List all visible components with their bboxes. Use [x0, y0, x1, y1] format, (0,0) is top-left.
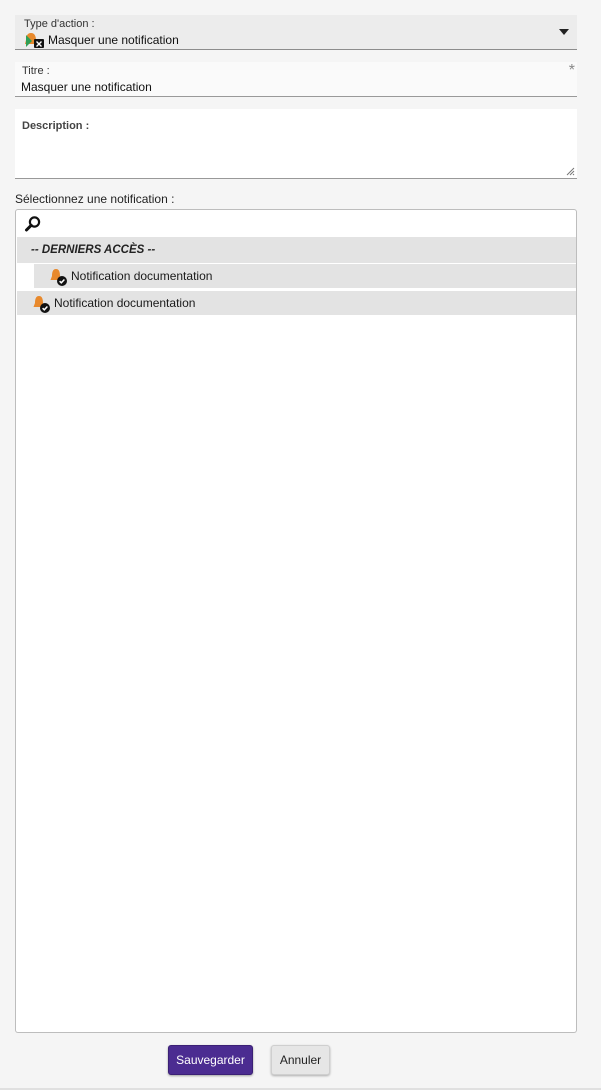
list-item-label: Notification documentation: [54, 296, 196, 310]
list-item[interactable]: Notification documentation: [34, 264, 576, 288]
save-button[interactable]: Sauvegarder: [168, 1045, 253, 1075]
group-header-label: -- DERNIERS ACCÈS --: [31, 244, 156, 256]
description-textarea[interactable]: Description :: [15, 109, 577, 179]
resize-handle-icon[interactable]: [566, 167, 575, 176]
cancel-button[interactable]: Annuler: [271, 1045, 330, 1075]
title-field[interactable]: Titre : Masquer une notification *: [15, 62, 577, 97]
search-icon: [25, 216, 41, 232]
action-type-select[interactable]: Type d'action : Masquer une notification: [15, 15, 577, 50]
action-type-value: Masquer une notification: [48, 33, 179, 47]
notification-select-label: Sélectionnez une notification :: [15, 192, 175, 206]
notification-search-input[interactable]: [15, 209, 577, 237]
chevron-down-icon[interactable]: [559, 29, 569, 35]
hide-notification-icon: [25, 33, 44, 48]
description-label: Description :: [22, 120, 90, 132]
list-item[interactable]: Notification documentation: [17, 291, 576, 315]
list-item-label: Notification documentation: [71, 269, 213, 283]
action-type-label: Type d'action :: [24, 18, 95, 30]
title-label: Titre :: [22, 65, 50, 77]
notification-list: -- DERNIERS ACCÈS -- Notification docume…: [15, 236, 577, 1033]
title-input[interactable]: Masquer une notification: [21, 80, 152, 94]
notification-bell-check-icon: [50, 269, 67, 286]
notification-bell-check-icon: [33, 296, 50, 313]
required-asterisk-icon: *: [568, 62, 575, 79]
recent-access-group-header: -- DERNIERS ACCÈS --: [17, 237, 576, 263]
